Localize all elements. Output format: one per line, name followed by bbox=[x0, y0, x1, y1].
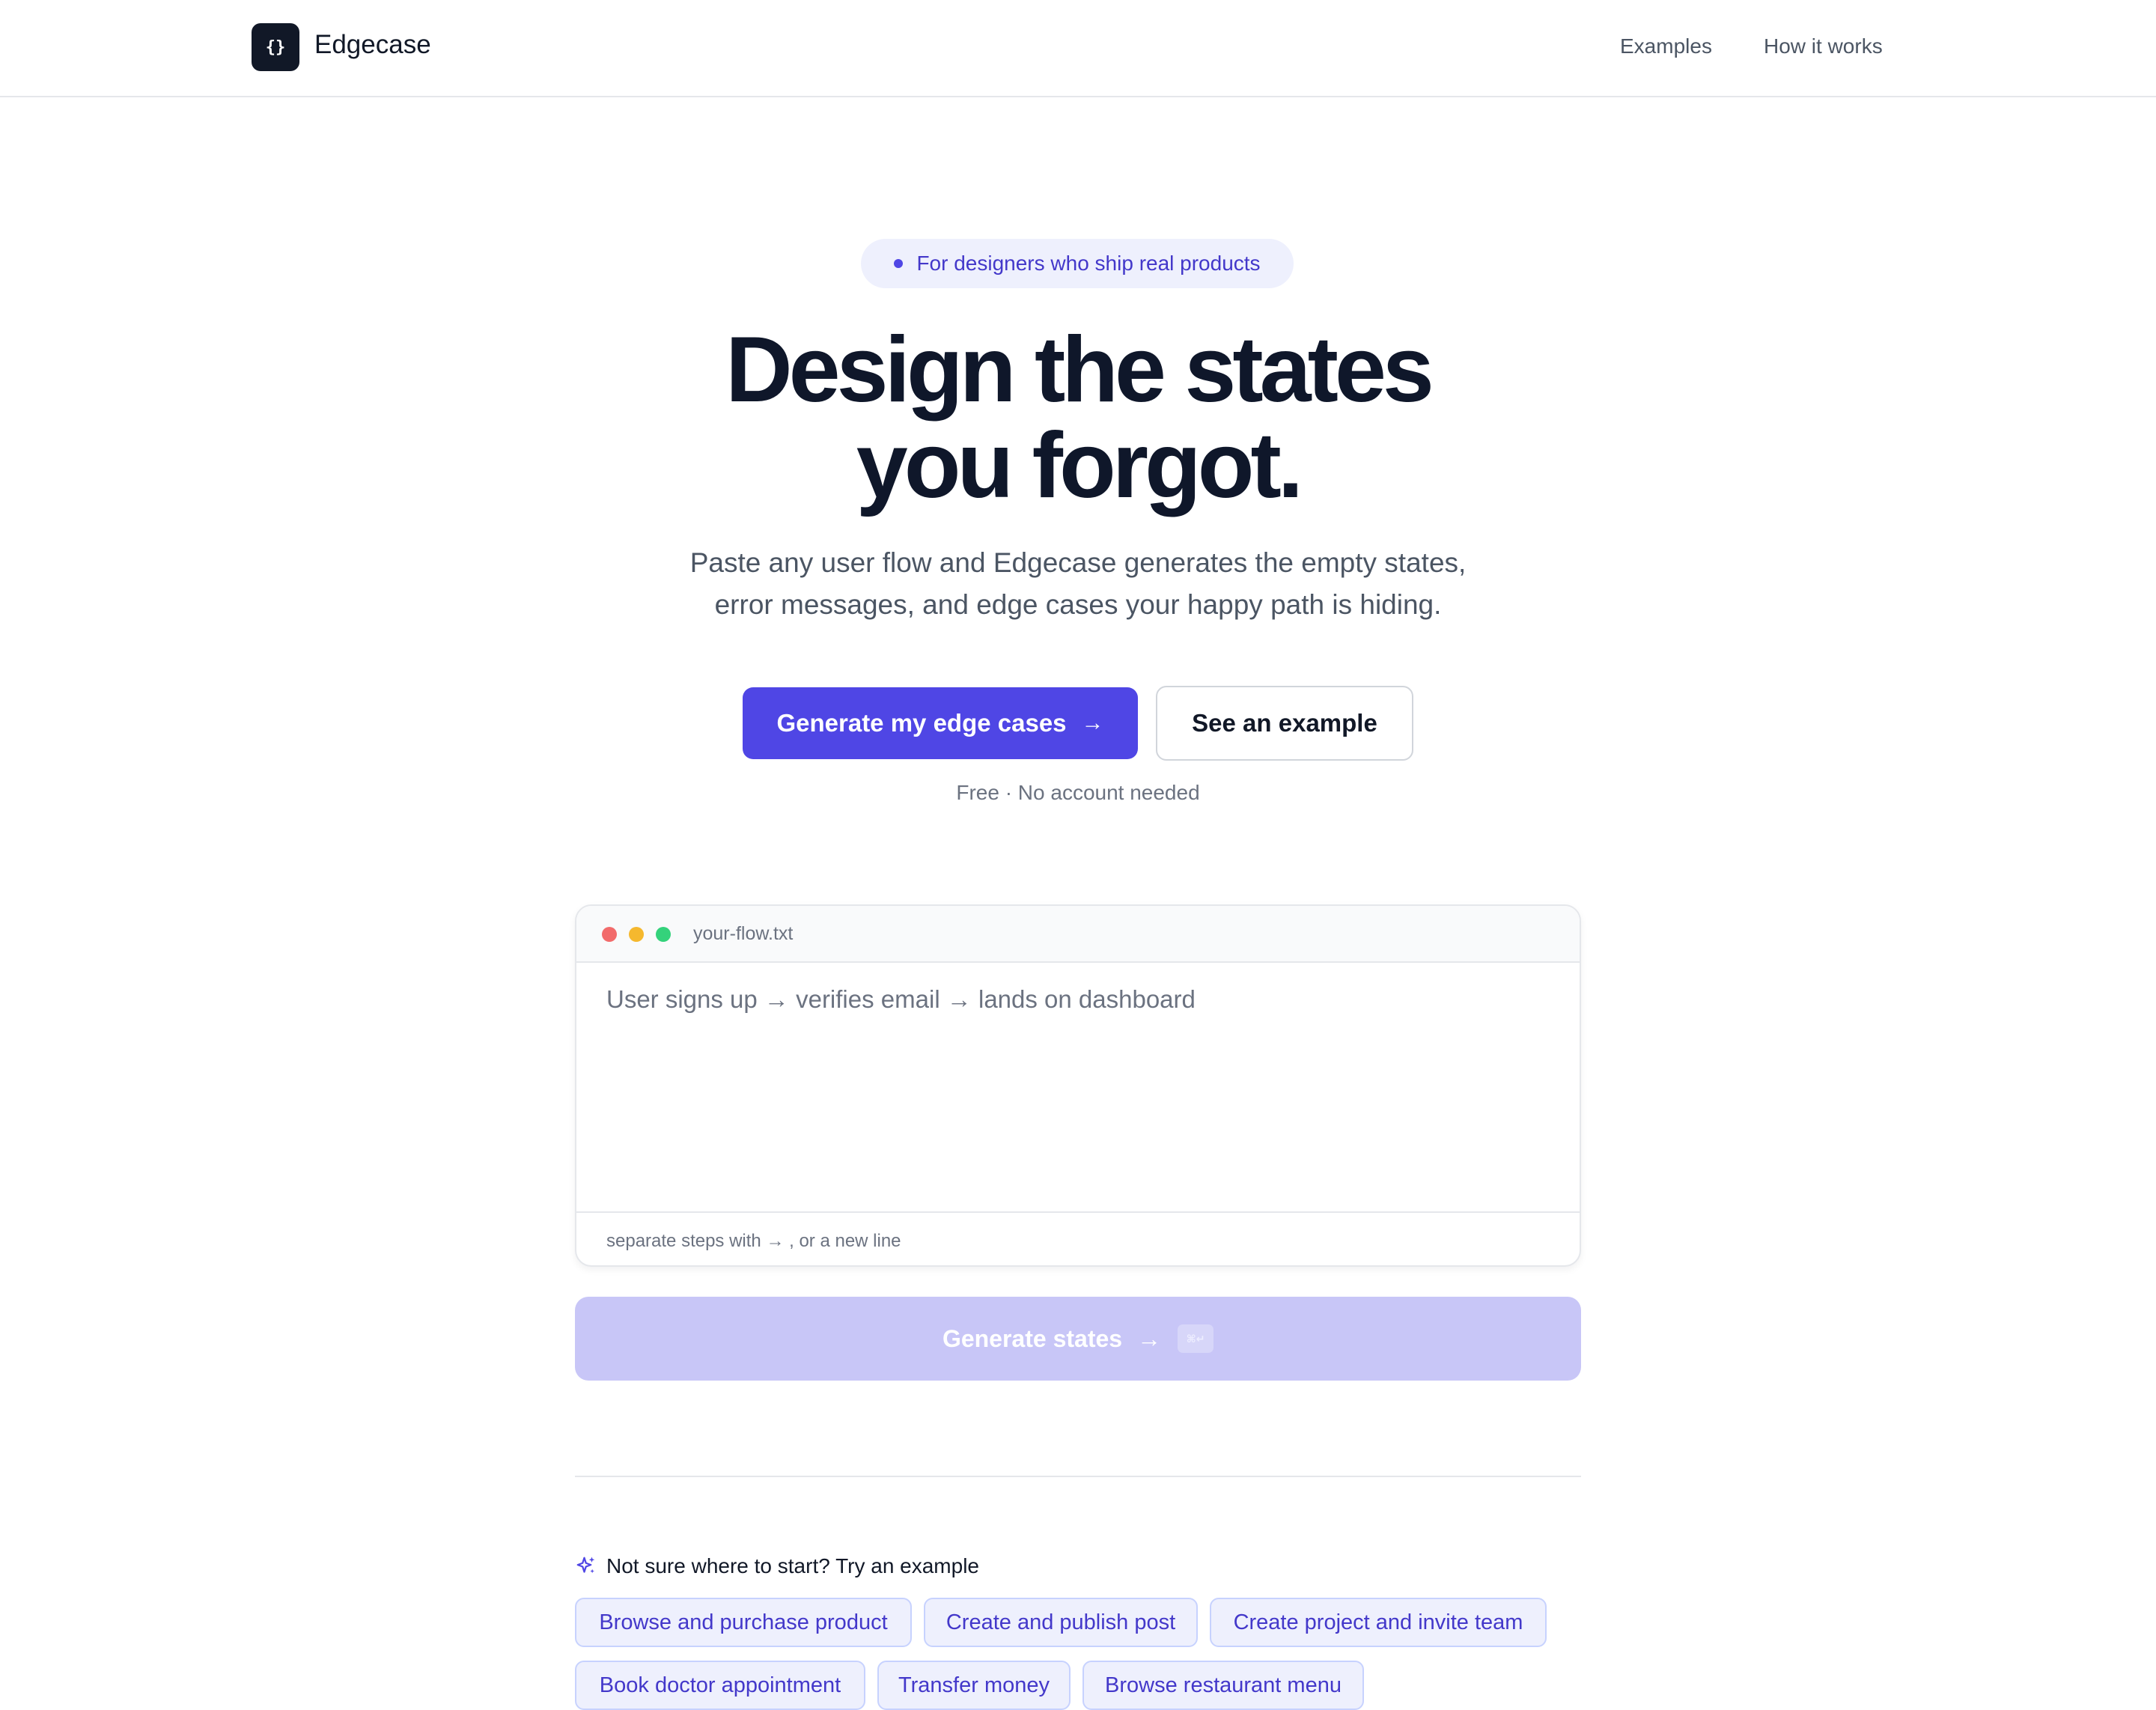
editor-file-name: your-flow.txt bbox=[693, 923, 794, 944]
window-close-dot-icon bbox=[602, 927, 617, 942]
hero-subtitle: Paste any user flow and Edgecase generat… bbox=[0, 542, 2156, 626]
window-minimize-dot-icon bbox=[629, 927, 644, 942]
audience-badge: For designers who ship real products bbox=[861, 239, 1294, 288]
editor-footer: separate steps with → , or a new line bbox=[576, 1211, 1580, 1265]
example-chip[interactable]: Book doctor appointment bbox=[575, 1661, 865, 1710]
arrow-right-icon: → bbox=[1137, 1324, 1162, 1352]
example-chip[interactable]: Create project and invite team bbox=[1210, 1598, 1547, 1647]
window-maximize-dot-icon bbox=[656, 927, 671, 942]
keyboard-shortcut-hint: ⌘↵ bbox=[1178, 1324, 1214, 1353]
logo-icon[interactable]: {} bbox=[252, 23, 299, 71]
page-title-line2: you forgot. bbox=[856, 414, 1303, 517]
brand-name[interactable]: Edgecase bbox=[314, 30, 431, 60]
flow-editor: your-flow.txt separate steps with → , or… bbox=[575, 904, 1581, 1267]
hero-subtitle-line1: Paste any user flow and Edgecase generat… bbox=[689, 547, 1467, 578]
example-chip[interactable]: Browse and purchase product bbox=[575, 1598, 912, 1647]
examples-heading: Not sure where to start? Try an example bbox=[575, 1551, 979, 1581]
page-title-line1: Design the states bbox=[725, 318, 1434, 422]
site-header: {} Edgecase Examples How it works bbox=[0, 0, 2156, 97]
examples-heading-text: Not sure where to start? Try an example bbox=[606, 1554, 979, 1577]
nav-how-it-works-link[interactable]: How it works bbox=[1764, 34, 1883, 58]
flow-input[interactable] bbox=[606, 985, 1550, 1135]
example-chip[interactable]: Browse restaurant menu bbox=[1082, 1661, 1364, 1710]
badge-dot-icon bbox=[894, 259, 904, 268]
generate-edge-cases-label: Generate my edge cases bbox=[776, 709, 1067, 737]
section-divider bbox=[575, 1476, 1581, 1477]
example-chip[interactable]: Create and publish post bbox=[924, 1598, 1198, 1647]
nav-examples-link[interactable]: Examples bbox=[1620, 34, 1712, 58]
sparkle-icon bbox=[576, 1557, 595, 1574]
hero-subtitle-line2: error messages, and edge cases your happ… bbox=[714, 589, 1442, 620]
example-chip[interactable]: Transfer money bbox=[877, 1661, 1071, 1710]
page-title: Design the states you forgot. bbox=[0, 322, 2156, 514]
generate-states-label: Generate states bbox=[942, 1324, 1123, 1352]
pricing-note: Free · No account needed bbox=[956, 781, 1200, 804]
editor-hint: separate steps with → , or a new line bbox=[606, 1231, 901, 1251]
generate-edge-cases-button[interactable]: Generate my edge cases → bbox=[743, 687, 1138, 759]
generate-states-button[interactable]: Generate states → ⌘↵ bbox=[575, 1297, 1581, 1381]
arrow-right-icon: → bbox=[1081, 711, 1104, 735]
see-example-button[interactable]: See an example bbox=[1156, 686, 1413, 761]
audience-badge-text: For designers who ship real products bbox=[916, 252, 1261, 275]
editor-titlebar: your-flow.txt bbox=[576, 906, 1580, 963]
